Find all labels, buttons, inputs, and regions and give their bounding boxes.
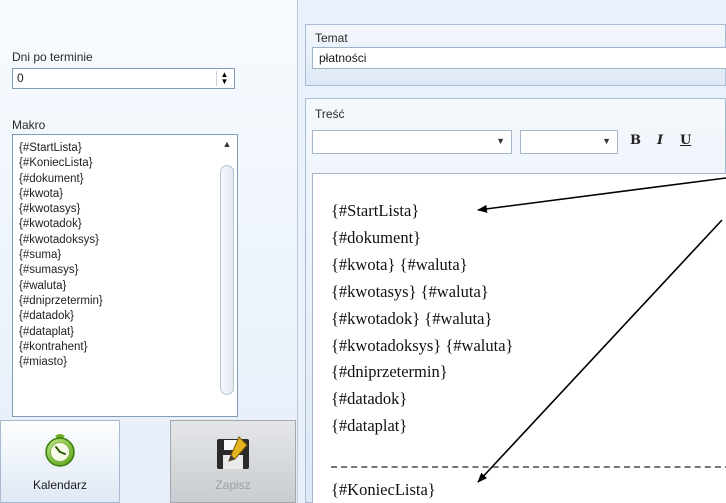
macro-item[interactable]: {#kontrahent}	[19, 340, 215, 355]
macro-item[interactable]: {#waluta}	[19, 279, 215, 294]
body-label: Treść	[315, 107, 345, 121]
editor-line: {#kwotadok} {#waluta}	[331, 308, 493, 328]
macro-item[interactable]: {#KoniecLista}	[19, 156, 215, 171]
macro-item[interactable]: {#kwotasys}	[19, 202, 215, 217]
editor-line: {#dniprzetermin}	[331, 362, 448, 382]
subject-section: Temat płatności	[305, 24, 726, 86]
format-toolbar: ▼ ▼ B I U	[312, 127, 726, 157]
chevron-down-icon: ▼	[496, 136, 505, 146]
macro-item[interactable]: {#kwotadok}	[19, 217, 215, 232]
editor-line: {#dokument}	[331, 227, 422, 247]
calendar-button[interactable]: Kalendarz	[0, 420, 120, 503]
separator-line	[331, 466, 726, 468]
bold-button[interactable]: B	[630, 133, 641, 148]
macro-item[interactable]: {#miasto}	[19, 355, 215, 370]
editor-last-line: {#KoniecLista}	[331, 480, 436, 499]
font-family-select[interactable]: ▼	[312, 130, 512, 154]
macro-label: Makro	[12, 118, 46, 132]
editor-line: {#dataplat}	[331, 416, 408, 436]
macro-listbox[interactable]: {#StartLista} {#KoniecLista} {#dokument} {#…	[12, 134, 238, 417]
macro-item[interactable]: {#dniprzetermin}	[19, 294, 215, 309]
editor-line: {#kwota} {#waluta}	[331, 254, 468, 274]
macro-item[interactable]: {#suma}	[19, 248, 215, 263]
macro-item[interactable]: {#kwotadoksys}	[19, 233, 215, 248]
editor-line: {#kwotadoksys} {#waluta}	[331, 335, 514, 355]
macro-item[interactable]: {#StartLista}	[19, 141, 215, 156]
scroll-up-icon[interactable]: ▲	[219, 139, 235, 153]
editor-line: {#StartLista}	[331, 201, 420, 220]
scroll-thumb[interactable]	[220, 165, 234, 395]
floppy-disk-icon	[217, 436, 249, 469]
left-panel: Dni po terminie 0 ▲ ▼ Makro {#StartLista…	[0, 0, 298, 503]
macro-item[interactable]: {#dataplat}	[19, 325, 215, 340]
days-overdue-input[interactable]: 0 ▲ ▼	[12, 68, 235, 89]
body-section: Treść ▼ ▼ B I U {#StartLista} {#dokument}…	[305, 98, 726, 503]
calendar-button-label: Kalendarz	[32, 478, 88, 492]
clock-icon	[45, 434, 75, 467]
chevron-down-icon: ▼	[602, 136, 611, 146]
subject-label: Temat	[315, 31, 348, 45]
macro-item[interactable]: {#dokument}	[19, 172, 215, 187]
message-editor[interactable]: {#StartLista} {#dokument} {#kwota} {#walut…	[312, 173, 726, 503]
underline-button[interactable]: U	[680, 133, 691, 148]
italic-button[interactable]: I	[657, 133, 663, 148]
macro-scrollbar[interactable]: ▲	[219, 137, 235, 414]
subject-input[interactable]: płatności	[312, 47, 726, 69]
font-size-select[interactable]: ▼	[520, 130, 618, 154]
macro-item[interactable]: {#sumasys}	[19, 263, 215, 278]
right-panel: Temat płatności Treść ▼ ▼ B I U {#StartL…	[305, 0, 726, 503]
save-button-label: Zapisz	[215, 478, 251, 492]
spin-down-icon[interactable]: ▼	[217, 78, 232, 86]
editor-content: {#StartLista} {#dokument} {#kwota} {#walut…	[331, 198, 513, 440]
macro-items: {#StartLista} {#KoniecLista} {#dokument} {#…	[19, 141, 215, 370]
macro-item[interactable]: {#datadok}	[19, 309, 215, 324]
days-overdue-value: 0	[17, 71, 24, 85]
spin-buttons[interactable]: ▲ ▼	[216, 71, 232, 86]
days-label: Dni po terminie	[12, 50, 93, 64]
macro-item[interactable]: {#kwota}	[19, 187, 215, 202]
save-button[interactable]: Zapisz	[170, 420, 296, 503]
editor-line: {#datadok}	[331, 389, 408, 409]
editor-line: {#kwotasys} {#waluta}	[331, 281, 489, 301]
